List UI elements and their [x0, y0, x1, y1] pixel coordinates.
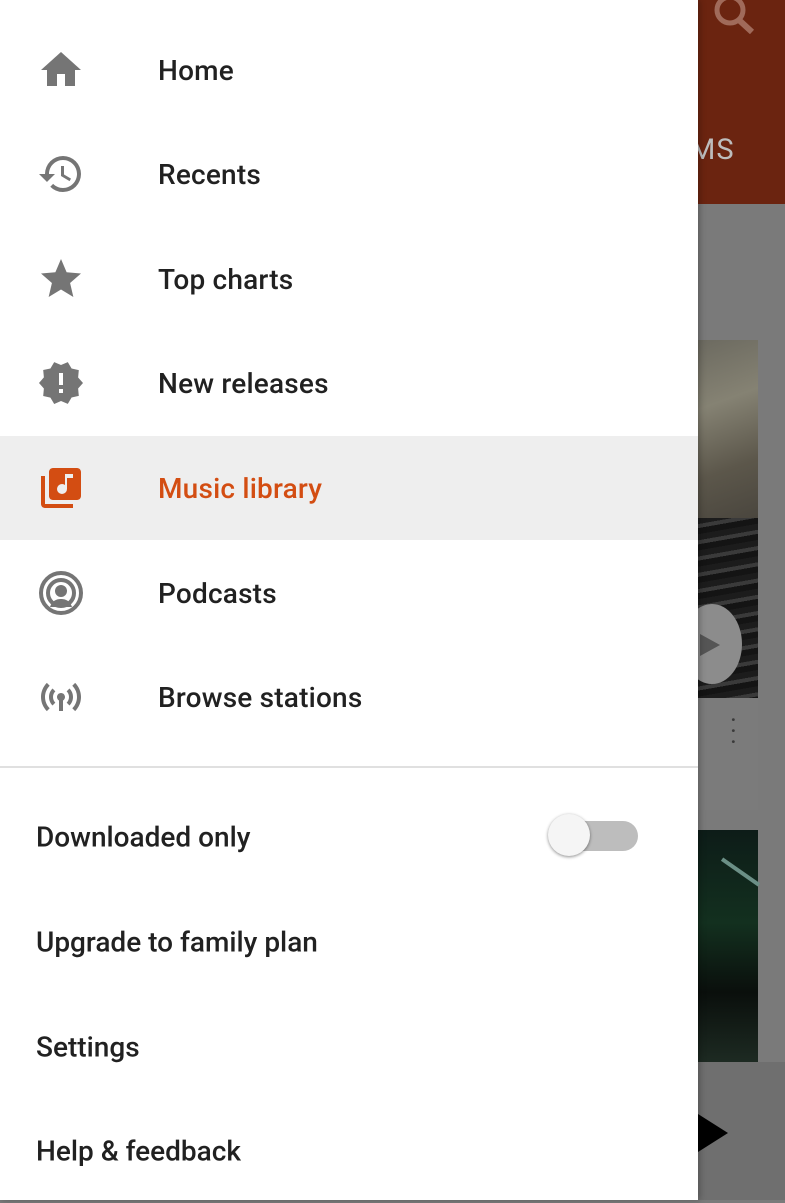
downloaded-only-label: Downloaded only [36, 820, 251, 854]
navigation-drawer: Home Recents Top charts New releases Mus… [0, 0, 698, 1200]
nav-item-label: Recents [158, 157, 261, 191]
upgrade-family-plan-item[interactable]: Upgrade to family plan [0, 890, 698, 994]
nav-item-label: Top charts [158, 262, 294, 296]
nav-item-label: New releases [158, 366, 329, 400]
radio-station-icon [36, 673, 86, 721]
podcast-icon [36, 569, 86, 617]
album-art[interactable] [698, 830, 758, 1062]
nav-item-label: Podcasts [158, 576, 277, 610]
album-art[interactable] [698, 340, 758, 518]
nav-item-top-charts[interactable]: Top charts [0, 227, 698, 331]
nav-item-new-releases[interactable]: New releases [0, 331, 698, 435]
star-icon [36, 255, 86, 303]
settings-item[interactable]: Settings [0, 995, 698, 1099]
nav-item-music-library[interactable]: Music library [0, 436, 698, 540]
new-releases-icon [36, 359, 86, 407]
toggle-thumb [548, 814, 590, 856]
album-card-footer [698, 698, 758, 810]
history-icon [36, 150, 86, 198]
divider [0, 766, 698, 768]
nav-item-podcasts[interactable]: Podcasts [0, 541, 698, 645]
nav-item-label: Browse stations [158, 680, 363, 714]
home-icon [36, 46, 86, 94]
nav-item-label: Music library [158, 471, 323, 505]
downloaded-only-toggle[interactable] [548, 814, 640, 860]
help-feedback-label: Help & feedback [36, 1134, 241, 1168]
nav-item-label: Home [158, 53, 234, 87]
help-feedback-item[interactable]: Help & feedback [0, 1099, 698, 1203]
library-music-icon [36, 464, 86, 512]
upgrade-family-plan-label: Upgrade to family plan [36, 925, 318, 959]
play-icon[interactable] [698, 1114, 728, 1152]
nav-item-browse-stations[interactable]: Browse stations [0, 645, 698, 749]
search-icon[interactable] [712, 0, 760, 34]
nav-item-recents[interactable]: Recents [0, 122, 698, 226]
more-vert-icon[interactable]: · · · [730, 708, 738, 756]
nav-item-home[interactable]: Home [0, 18, 698, 122]
settings-label: Settings [36, 1030, 140, 1064]
